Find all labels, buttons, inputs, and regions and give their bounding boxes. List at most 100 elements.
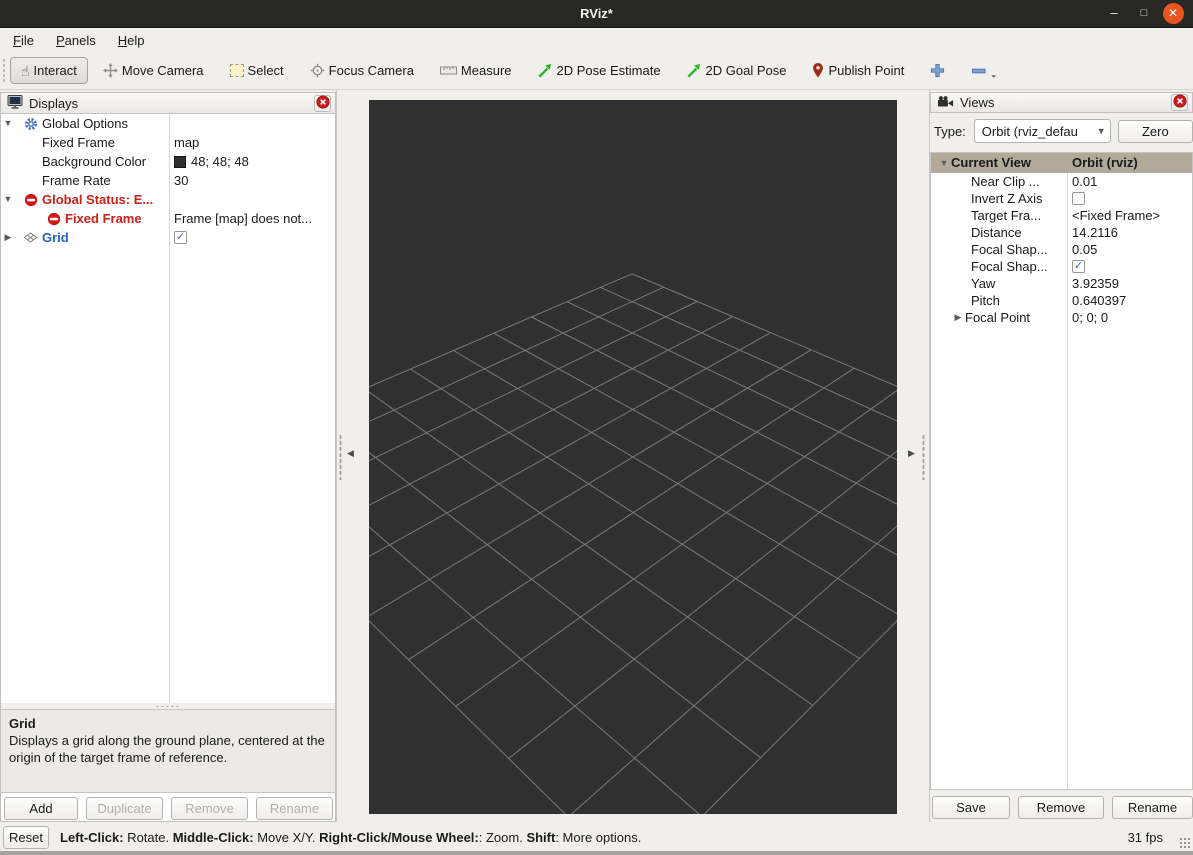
reset-button[interactable]: Reset (3, 826, 49, 849)
tool-focus-camera-button[interactable]: Focus Camera (299, 57, 425, 84)
property-name: Current View (951, 153, 1031, 173)
displays-remove-button: Remove (171, 797, 248, 820)
property-value[interactable]: map (174, 133, 199, 152)
property-value[interactable]: Frame [map] does not... (174, 209, 312, 228)
checkbox-checked[interactable]: ✓ (1072, 260, 1085, 273)
tool-add-tool-button[interactable] (919, 57, 956, 84)
resize-grip[interactable] (1179, 837, 1191, 849)
maximize-button[interactable]: □ (1129, 0, 1159, 28)
tool-label: Interact (34, 63, 77, 78)
menu-item-file[interactable]: File (2, 30, 45, 51)
displays-panel-header: Displays (1, 93, 335, 114)
zero-button[interactable]: Zero (1118, 120, 1193, 143)
views-row-focal-shap[interactable]: Focal Shap... 0.05 (931, 241, 1192, 258)
minimize-button[interactable]: – (1099, 0, 1129, 28)
collapse-left-panel-icon[interactable]: ◀ (347, 448, 354, 459)
tool-publish-point-button[interactable]: Publish Point (801, 57, 915, 84)
displays-add-button[interactable]: Add (4, 797, 78, 820)
views-row-pitch[interactable]: Pitch0.640397 (931, 292, 1192, 309)
displays-close-button[interactable] (314, 95, 331, 112)
property-name: Focal Point (965, 309, 1030, 326)
views-rename-button[interactable]: Rename (1112, 796, 1193, 819)
tool-remove-tool-button[interactable] (960, 57, 1009, 85)
displays-row-global-status-e[interactable]: ▼ Global Status: E... (1, 190, 335, 209)
property-name: Invert Z Axis (971, 190, 1043, 207)
tool-select-button[interactable]: Select (219, 57, 295, 84)
views-row-current-view[interactable]: ▼Current View Orbit (rviz) (931, 153, 1192, 173)
views-row-target-fra[interactable]: Target Fra...<Fixed Frame> (931, 207, 1192, 224)
displays-row-global-options[interactable]: ▼Global Options (1, 114, 335, 133)
property-value[interactable]: 30 (174, 171, 188, 190)
property-value[interactable]: 0.640397 (1072, 292, 1126, 309)
views-row-focal-shap[interactable]: Focal Shap...✓ (931, 258, 1192, 275)
views-save-button[interactable]: Save (932, 796, 1010, 819)
status-segment: : Zoom. (479, 830, 527, 845)
left-panel-splitter[interactable]: ◀ (336, 90, 369, 822)
menu-item-panels[interactable]: Panels (45, 30, 107, 51)
right-panel-splitter[interactable]: ▶ (897, 90, 930, 822)
displays-rename-button: Rename (256, 797, 333, 820)
property-value[interactable]: 14.2116 (1072, 224, 1118, 241)
property-name: Distance (971, 224, 1022, 241)
property-name: Near Clip ... (971, 173, 1040, 190)
close-button[interactable]: ✕ (1158, 0, 1188, 28)
expander-down-icon[interactable]: ▼ (1, 190, 15, 209)
displays-panel: Displays ▼Global OptionsFixed Frame mapBa… (0, 92, 336, 822)
displays-row-background-color[interactable]: Background Color48; 48; 48 (1, 152, 335, 171)
property-value[interactable]: 0.01 (1072, 173, 1097, 190)
property-value[interactable]: 3.92359 (1072, 275, 1119, 292)
monitor-icon (7, 94, 23, 113)
expander-right-icon[interactable]: ▶ (1, 228, 15, 247)
error-icon (46, 212, 61, 226)
tool-2d-pose-estimate-button[interactable]: 2D Pose Estimate (527, 57, 672, 84)
checkbox-checked[interactable]: ✓ (174, 231, 187, 244)
property-value[interactable]: 0; 0; 0 (1072, 309, 1108, 326)
status-segment: Right-Click/Mouse Wheel: (319, 830, 479, 845)
property-name: Focal Shap... (971, 241, 1048, 258)
tool-label: 2D Pose Estimate (557, 63, 661, 78)
views-row-yaw[interactable]: Yaw3.92359 (931, 275, 1192, 292)
expander-down-icon[interactable]: ▼ (1, 114, 15, 133)
views-row-focal-point[interactable]: ▶Focal Point 0; 0; 0 (931, 309, 1192, 326)
displays-row-grid[interactable]: ▶ Grid ✓ (1, 228, 335, 247)
tool-measure-button[interactable]: Measure (429, 57, 523, 84)
view-type-dropdown[interactable]: Orbit (rviz_defau ▼ (974, 119, 1111, 143)
color-swatch (174, 156, 186, 168)
tool-move-camera-button[interactable]: Move Camera (92, 57, 215, 84)
splitter-dots (339, 434, 342, 480)
property-value[interactable]: <Fixed Frame> (1072, 207, 1160, 224)
views-remove-button[interactable]: Remove (1018, 796, 1104, 819)
property-value[interactable]: 0.05 (1072, 241, 1097, 258)
displays-row-fixed-frame[interactable]: Fixed FrameFrame [map] does not... (1, 209, 335, 228)
tool-label: Move Camera (122, 63, 204, 78)
views-close-button[interactable] (1171, 94, 1188, 111)
tool-interact-button[interactable]: ☝Interact (10, 57, 88, 84)
checkbox-unchecked[interactable] (1072, 192, 1085, 205)
views-row-near-clip[interactable]: Near Clip ... 0.01 (931, 173, 1192, 190)
description-body: Displays a grid along the ground plane, … (9, 733, 325, 765)
collapse-right-panel-icon[interactable]: ▶ (908, 448, 915, 459)
displays-row-frame-rate[interactable]: Frame Rate 30 (1, 171, 335, 190)
views-row-invert-z-axis[interactable]: Invert Z Axis (931, 190, 1192, 207)
render-viewport-3d[interactable] (369, 100, 897, 814)
property-name: Global Status: E... (42, 190, 153, 209)
tool-2d-goal-pose-button[interactable]: 2D Goal Pose (676, 57, 798, 84)
displays-row-fixed-frame[interactable]: Fixed Frame map (1, 133, 335, 152)
expander-down-icon[interactable]: ▼ (937, 153, 951, 173)
property-value[interactable]: 48; 48; 48 (191, 152, 249, 171)
type-label: Type: (934, 124, 966, 139)
view-type-value: Orbit (rviz_defau (982, 124, 1097, 139)
property-name: Frame Rate (42, 171, 111, 190)
property-value[interactable]: Orbit (rviz) (1072, 153, 1138, 173)
gear-icon (23, 117, 38, 131)
property-name: Fixed Frame (42, 133, 115, 152)
property-name: Grid (42, 228, 69, 247)
camera-icon (937, 95, 954, 111)
expander-right-icon[interactable]: ▶ (951, 309, 965, 326)
close-icon: ✕ (1163, 3, 1184, 24)
views-row-distance[interactable]: Distance 14.2116 (931, 224, 1192, 241)
window-title: RViz* (0, 0, 1193, 28)
menu-item-help[interactable]: Help (107, 30, 156, 51)
ground-grid (369, 100, 897, 814)
toolbar-drag-handle[interactable] (2, 58, 7, 84)
